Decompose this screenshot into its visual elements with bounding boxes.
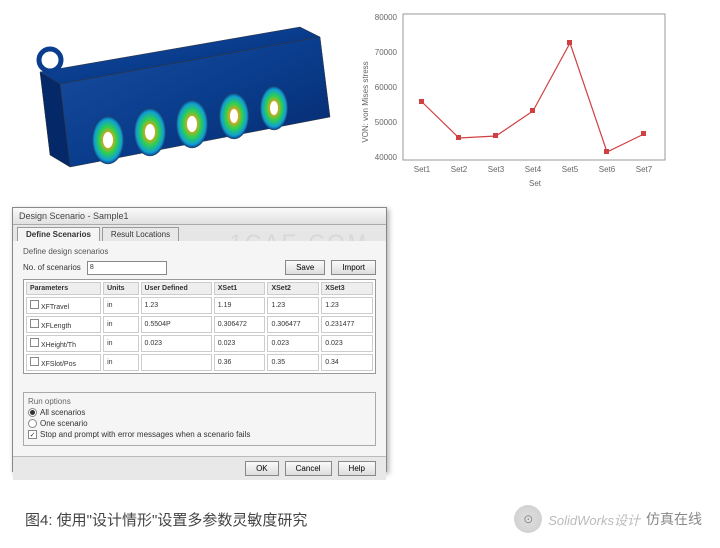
col-set3: XSet3 [321, 282, 373, 295]
fea-model [10, 2, 340, 192]
table-row[interactable]: XFLength in 0.5504P 0.306472 0.306477 0.… [26, 316, 373, 333]
col-units: Units [103, 282, 138, 295]
col-set1: XSet1 [214, 282, 266, 295]
dialog-title: Design Scenario - Sample1 [13, 208, 386, 225]
tab-result-locations[interactable]: Result Locations [102, 227, 179, 241]
figure-caption: 图4: 使用"设计情形"设置多参数灵敏度研究 [25, 509, 307, 530]
no-scenarios-dropdown[interactable]: 8 [87, 261, 167, 275]
svg-text:Set4: Set4 [525, 165, 542, 174]
svg-text:50000: 50000 [375, 118, 398, 127]
help-button[interactable]: Help [338, 461, 376, 476]
svg-text:70000: 70000 [375, 48, 398, 57]
no-scenarios-label: No. of scenarios [23, 263, 81, 272]
run-options-group: Run options All scenarios One scenario ✓… [23, 392, 376, 446]
watermark-footer: ⊙ SolidWorks设计 仿真在线 [514, 505, 702, 533]
radio-all-scenarios[interactable] [28, 408, 37, 417]
watermark-site: 仿真在线 [646, 509, 702, 529]
one-scenario-label: One scenario [40, 419, 88, 428]
svg-text:Set7: Set7 [636, 165, 653, 174]
cancel-button[interactable]: Cancel [285, 461, 332, 476]
save-button[interactable]: Save [285, 260, 325, 275]
svg-text:VON: von Mises stress: VON: von Mises stress [361, 61, 370, 142]
watermark-brand: SolidWorks设计 [548, 510, 640, 529]
table-row[interactable]: XFTravel in 1.23 1.19 1.23 1.23 [26, 297, 373, 314]
design-scenario-dialog: Design Scenario - Sample1 Define Scenari… [12, 207, 387, 472]
import-button[interactable]: Import [331, 260, 376, 275]
col-parameters: Parameters [26, 282, 101, 295]
svg-text:Set5: Set5 [562, 165, 579, 174]
wechat-icon: ⊙ [514, 505, 542, 533]
svg-text:Set2: Set2 [451, 165, 468, 174]
tab-define-scenarios[interactable]: Define Scenarios [17, 227, 100, 241]
svg-text:Set3: Set3 [488, 165, 505, 174]
sensitivity-chart: 80000 70000 60000 50000 40000 VON: von M… [355, 2, 675, 192]
svg-text:Set6: Set6 [599, 165, 616, 174]
all-scenarios-label: All scenarios [40, 408, 85, 417]
no-scenarios-value: 8 [90, 264, 94, 271]
stop-prompt-label: Stop and prompt with error messages when… [40, 430, 250, 439]
parameter-table[interactable]: Parameters Units User Defined XSet1 XSet… [23, 279, 376, 374]
svg-text:Set: Set [529, 179, 542, 188]
define-scenarios-label: Define design scenarios [23, 247, 376, 256]
checkbox-stop-prompt[interactable]: ✓ [28, 430, 37, 439]
svg-text:40000: 40000 [375, 153, 398, 162]
dialog-tabs: Define Scenarios Result Locations [13, 225, 386, 241]
svg-text:60000: 60000 [375, 83, 398, 92]
table-row[interactable]: XHeight/Th in 0.023 0.023 0.023 0.023 [26, 335, 373, 352]
col-userdef: User Defined [141, 282, 212, 295]
ok-button[interactable]: OK [245, 461, 279, 476]
run-options-legend: Run options [28, 397, 371, 406]
table-row[interactable]: XFSlot/Pos in 0.36 0.35 0.34 [26, 354, 373, 371]
radio-one-scenario[interactable] [28, 419, 37, 428]
svg-text:Set1: Set1 [414, 165, 431, 174]
col-set2: XSet2 [267, 282, 319, 295]
svg-text:80000: 80000 [375, 13, 398, 22]
